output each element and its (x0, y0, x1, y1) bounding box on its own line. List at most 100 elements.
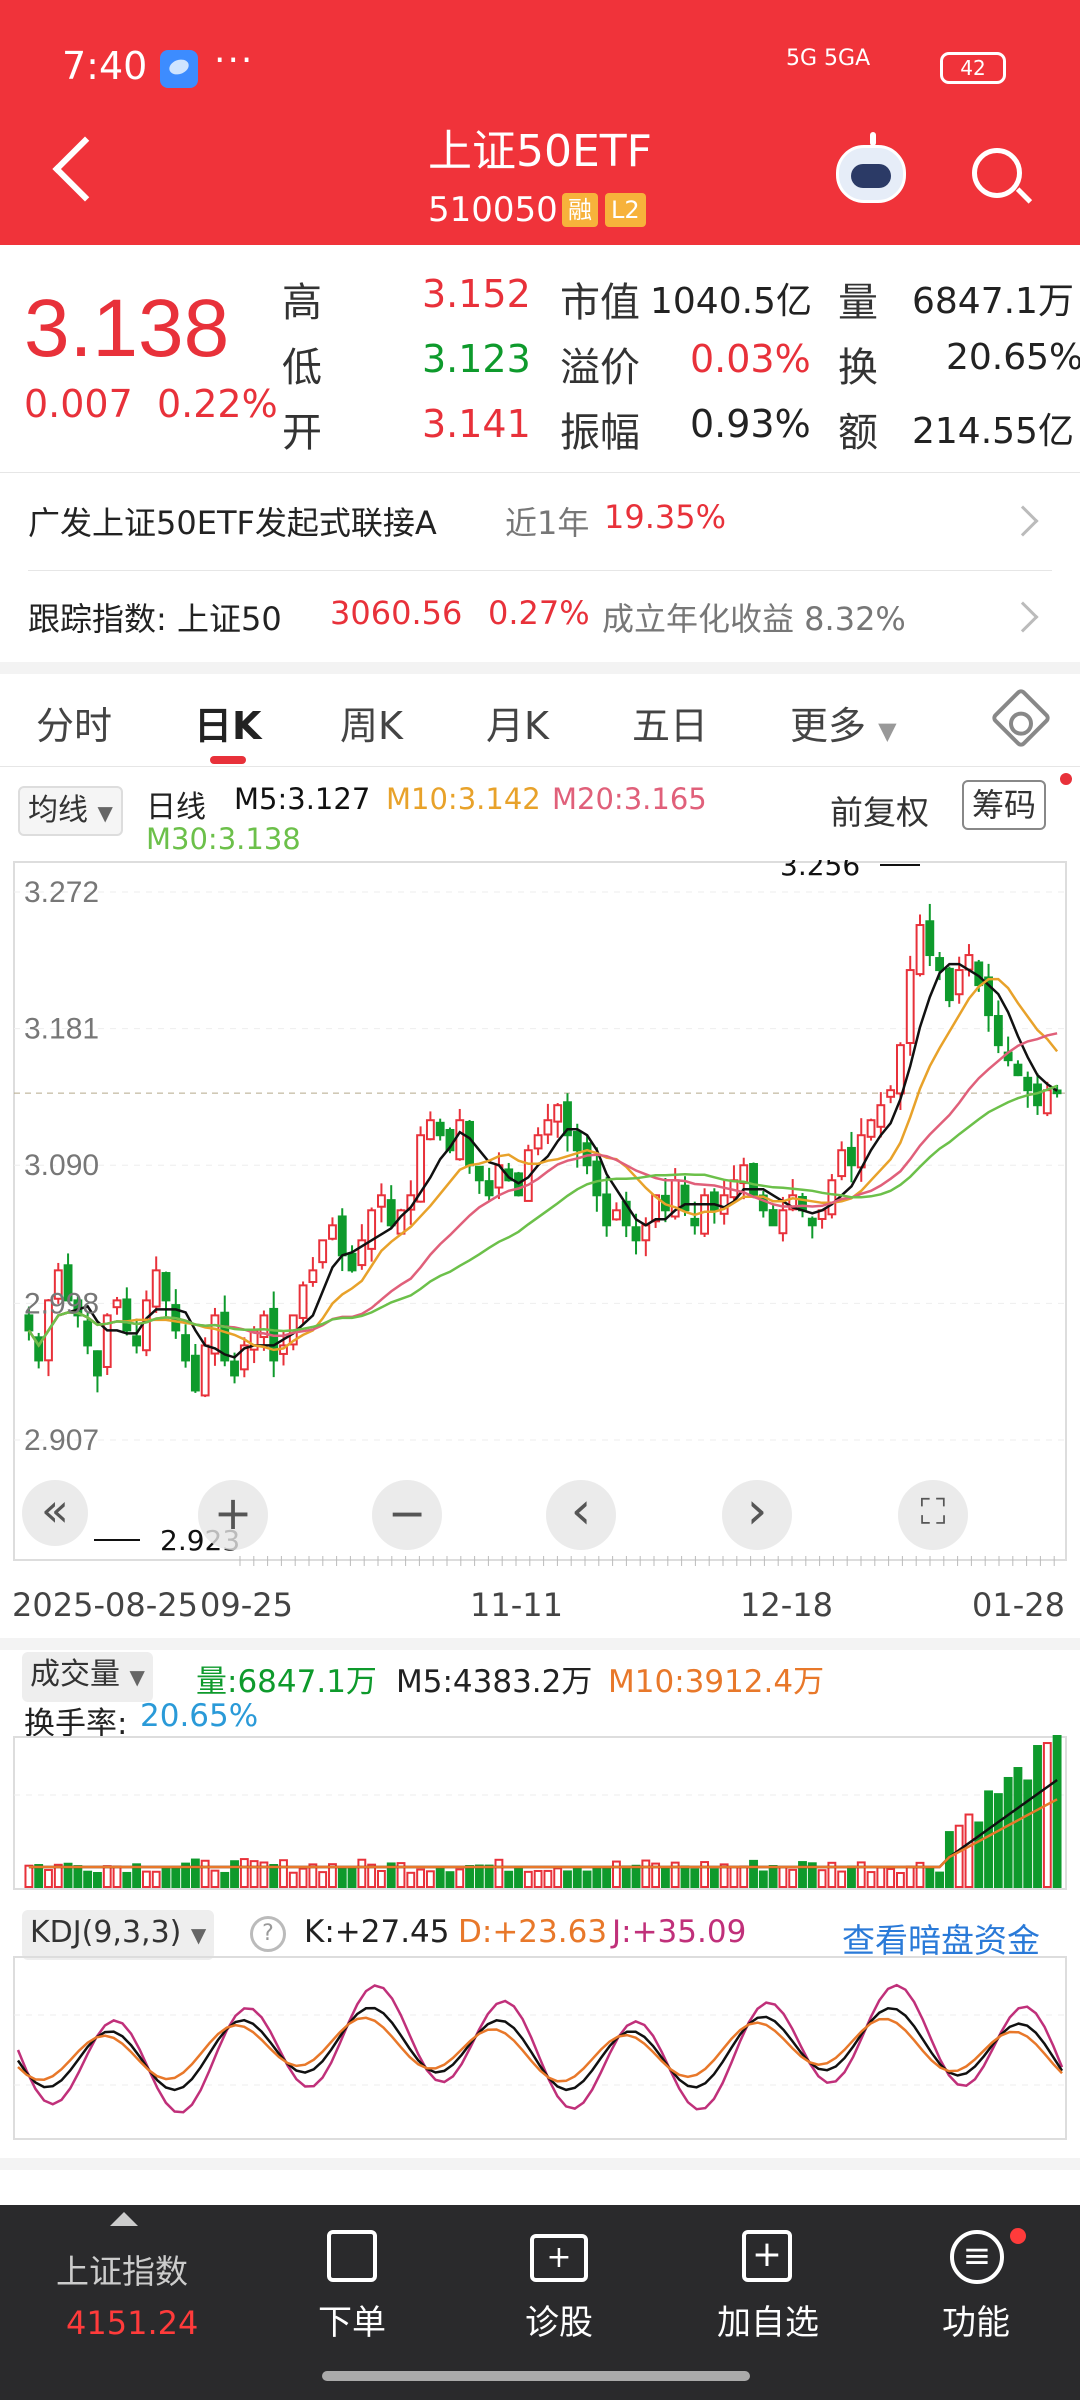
battery-icon: 42 (940, 52, 1006, 84)
volume-bar (563, 1870, 572, 1889)
kdj-frame (13, 1956, 1067, 2140)
kdj-selector[interactable]: KDJ(9,3,3) ▼ (22, 1910, 215, 1960)
amount-label: 额 (838, 410, 878, 456)
nav-diagnose[interactable]: 诊股 (489, 2295, 629, 2344)
candle-body (935, 957, 945, 972)
nav-order[interactable]: 下单 (282, 2295, 422, 2344)
kdj-chart[interactable] (0, 1955, 1080, 2145)
candle-body (181, 1334, 191, 1362)
candle-body (347, 1252, 357, 1272)
amount-value: 214.55亿 (912, 411, 1074, 452)
volume-bar (161, 1867, 171, 1888)
since-inception-return: 成立年化收益 8.32% (602, 600, 906, 638)
dropdown-arrow-icon: ▼ (878, 717, 897, 745)
volume-bar (465, 1865, 474, 1889)
price-change: 0.007 0.22% (24, 382, 278, 426)
x-label-1: 09-25 (200, 1586, 293, 1624)
candle-body (768, 1209, 778, 1227)
candle-body (778, 1209, 788, 1235)
candle-body (474, 1165, 484, 1182)
volume-bar (543, 1869, 553, 1888)
bottom-index-name[interactable]: 上证指数 (56, 2245, 188, 2293)
volume-bar (1033, 1745, 1042, 1889)
volume-bar (200, 1859, 210, 1888)
open-label: 开 (282, 410, 322, 456)
candle-body (308, 1269, 318, 1284)
candle-body (93, 1350, 102, 1377)
zoom-out-button[interactable]: − (372, 1480, 442, 1550)
x-label-0: 2025-08-25 (12, 1586, 198, 1624)
candle-body (132, 1335, 142, 1347)
candle-body (425, 1119, 435, 1141)
chips-button[interactable]: 筹码 (962, 780, 1047, 830)
ai-assistant-icon[interactable] (836, 132, 906, 203)
volume-bar (210, 1869, 220, 1888)
volume-chart[interactable] (0, 1735, 1080, 1895)
ma-selector[interactable]: 均线 ▼ (18, 786, 123, 836)
volume-selector[interactable]: 成交量 ▼ (22, 1652, 153, 1702)
expand-up-icon[interactable] (110, 2212, 138, 2226)
y-label-2: 3.090 (24, 1149, 99, 1182)
scroll-right-button[interactable]: › (722, 1480, 792, 1550)
page-title: 上证50ETF (428, 126, 652, 177)
help-icon[interactable]: ? (250, 1916, 286, 1952)
candle-body (151, 1269, 161, 1308)
candle-body (876, 1104, 886, 1128)
notification-dot (1060, 773, 1072, 785)
chevron-right-icon (1007, 601, 1039, 633)
linked-fund-period: 近1年 (505, 504, 590, 542)
tab-five-day[interactable]: 五日 (632, 695, 708, 750)
candle-body (709, 1191, 719, 1212)
nav-add-watchlist[interactable]: 加自选 (698, 2295, 838, 2344)
candle-body (1052, 1089, 1062, 1095)
status-more-dots: ··· (214, 40, 255, 81)
volume-bar (220, 1871, 230, 1888)
candle-body (641, 1224, 651, 1242)
scroll-to-start-button[interactable]: « (22, 1480, 88, 1546)
ma-selector-label: 均线 (28, 793, 88, 828)
volume-value: 6847.1万 (912, 281, 1074, 322)
bottom-index-value: 4151.24 (66, 2304, 199, 2342)
volume-bar (709, 1868, 719, 1889)
volume-bar (1003, 1776, 1013, 1889)
candle-body (925, 920, 935, 957)
candle-body (553, 1104, 563, 1123)
kdj-k-value: K:+27.45 (304, 1914, 450, 1950)
linked-fund-row[interactable]: 广发上证50ETF发起式联接A 近1年 19.35% (0, 474, 1080, 568)
fullscreen-button[interactable]: ⛶ (898, 1480, 968, 1550)
adjust-mode[interactable]: 前复权 (830, 786, 929, 834)
candle-body (337, 1215, 347, 1257)
volume-bar (954, 1824, 964, 1888)
kdj-d-value: D:+23.63 (458, 1914, 608, 1950)
zoom-in-button[interactable]: + (198, 1480, 268, 1550)
volume-bar (1023, 1779, 1033, 1888)
tracking-index-row[interactable]: 跟踪指数: 上证50 3060.56 0.27% 成立年化收益 8.32% (0, 572, 1080, 662)
volume-bar (141, 1870, 151, 1889)
nav-functions[interactable]: 功能 (906, 2295, 1046, 2344)
tab-daily-k[interactable]: 日K (194, 695, 261, 750)
ma10-line (27, 977, 1059, 1352)
candle-body (1023, 1076, 1033, 1092)
tab-weekly-k[interactable]: 周K (340, 695, 403, 750)
scroll-left-button[interactable]: ‹ (546, 1480, 616, 1550)
volume-bar (474, 1864, 484, 1888)
y-label-1: 3.181 (24, 1013, 99, 1046)
volume-bar (641, 1859, 651, 1889)
search-icon[interactable] (972, 148, 1022, 198)
candle-body (161, 1272, 171, 1302)
candle-body (739, 1164, 749, 1185)
y-label-4: 2.907 (24, 1424, 99, 1457)
active-tab-indicator (210, 756, 246, 764)
kline-frame (13, 861, 1067, 1561)
ma10-value: M10:3.142 (386, 782, 541, 816)
divider (28, 570, 1052, 571)
tab-more[interactable]: 更多 ▼ (790, 695, 897, 750)
volume-bar (533, 1869, 543, 1888)
section-gap (0, 662, 1080, 674)
candle-body (455, 1119, 465, 1161)
ma20-value: M20:3.165 (552, 782, 707, 816)
tab-intraday[interactable]: 分时 (36, 695, 112, 750)
volume-bar (553, 1867, 563, 1888)
tab-monthly-k[interactable]: 月K (486, 695, 549, 750)
premium-label: 溢价 (560, 345, 640, 391)
